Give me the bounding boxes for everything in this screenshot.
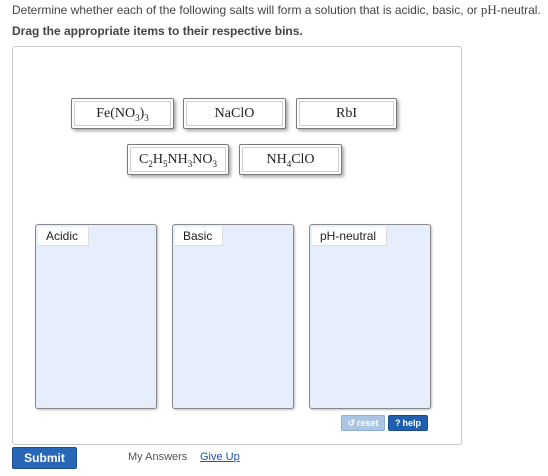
tile-rbi[interactable]: RbI (296, 98, 397, 129)
bin-label-ph-neutral: pH-neutral (312, 227, 388, 246)
help-button[interactable]: ? help (388, 415, 428, 431)
bin-ph-neutral[interactable]: pH-neutral (309, 224, 431, 409)
tile-naclo[interactable]: NaClO (183, 98, 286, 129)
tile-text: Fe(NO (96, 105, 136, 121)
instruction-text: Drag the appropriate items to their resp… (12, 24, 303, 38)
drag-drop-area: Fe(NO 3) 3 NaClO RbI C 2 H 5 NH 3 NO 3 NH 4 ClO Aci… (12, 46, 462, 445)
submit-button[interactable]: Submit (12, 447, 77, 469)
bin-basic[interactable]: Basic (172, 224, 294, 409)
reset-icon: ↺ (347, 417, 356, 428)
tile-text: NO (192, 151, 213, 167)
tile-text: RbI (336, 105, 357, 121)
tile-text: NH (167, 151, 188, 167)
subscript: 4 (286, 158, 292, 169)
subscript: 2 (148, 158, 153, 169)
question-text: Determine whether each of the following … (12, 2, 541, 18)
tile-c2h5nh3no3[interactable]: C 2 H 5 NH 3 NO 3 (127, 144, 229, 175)
question-text-end: -neutral. (496, 3, 541, 17)
tile-text: C (139, 151, 149, 167)
ph-text: pH (480, 2, 497, 17)
subscript: 3 (144, 112, 149, 123)
tile-nh4clo[interactable]: NH 4 ClO (239, 144, 342, 175)
give-up-link[interactable]: Give Up (200, 451, 240, 463)
bin-acidic[interactable]: Acidic (35, 224, 157, 409)
subscript: 3 (135, 112, 140, 123)
tile-text: ClO (291, 151, 315, 167)
question-mark-icon: ? (394, 418, 401, 428)
question-text-main: Determine whether each of the following … (12, 3, 481, 17)
reset-button[interactable]: ↺ reset (341, 415, 385, 431)
bin-label-basic: Basic (175, 227, 224, 246)
tile-text: NaClO (214, 105, 255, 121)
reset-label: reset (357, 418, 379, 428)
tile-text: NH (266, 151, 287, 167)
subscript: 3 (187, 158, 193, 169)
help-label: help (402, 418, 421, 428)
tile-fe-no3-3[interactable]: Fe(NO 3) 3 (71, 98, 174, 129)
bin-label-acidic: Acidic (38, 227, 90, 246)
subscript: 5 (163, 158, 168, 169)
subscript: 3 (212, 158, 217, 169)
tile-text: H (152, 151, 163, 167)
my-answers-label: My Answers (128, 451, 188, 463)
